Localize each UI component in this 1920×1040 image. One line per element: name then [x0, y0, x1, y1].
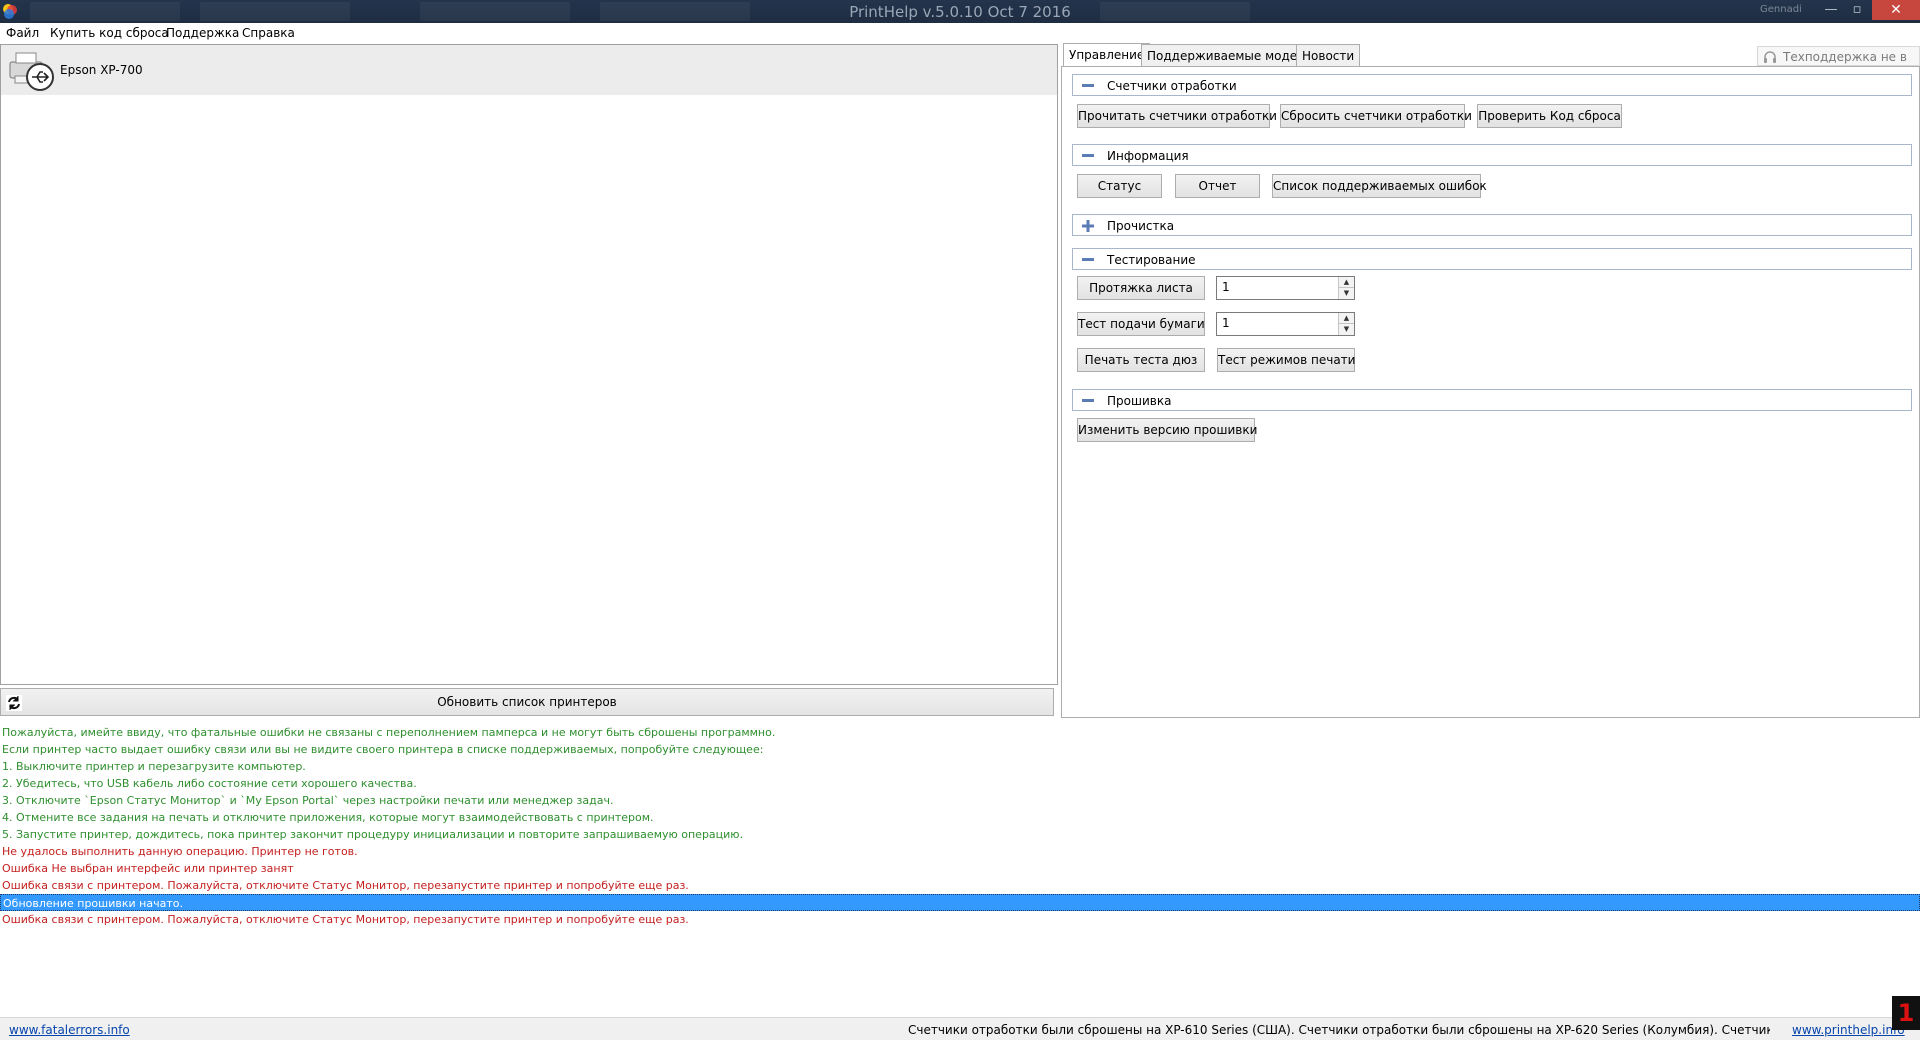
section-testing-title: Тестирование [1107, 253, 1196, 267]
collapse-icon [1082, 84, 1094, 87]
section-firmware-title: Прошивка [1107, 394, 1172, 408]
paper-feed-test-button[interactable]: Тест подачи бумаги [1077, 312, 1205, 336]
log-line[interactable]: 3. Отключите `Epson Статус Монитор` и `M… [0, 792, 1920, 809]
paper-feed-count-value: 1 [1222, 316, 1230, 330]
change-firmware-button[interactable]: Изменить версию прошивки [1077, 418, 1257, 442]
log-line[interactable]: 5. Запустите принтер, дождитесь, пока пр… [0, 826, 1920, 843]
tab-news[interactable]: Новости [1296, 44, 1361, 66]
collapse-icon [1082, 154, 1094, 157]
log-line-selected[interactable]: Обновление прошивки начато. [0, 894, 1920, 911]
fatalerrors-link[interactable]: www.fatalerrors.info [9, 1023, 130, 1037]
section-counters-title: Счетчики отработки [1107, 79, 1237, 93]
reset-counters-button[interactable]: Сбросить счетчики отработки [1280, 104, 1472, 128]
check-reset-key-button[interactable]: Проверить Код сброса [1477, 104, 1622, 128]
refresh-printers-button[interactable]: Обновить список принтеров [0, 688, 1054, 716]
section-firmware-header[interactable]: Прошивка [1072, 389, 1912, 411]
stepper-arrows[interactable]: ▲ ▼ [1338, 313, 1354, 335]
window-title: PrintHelp v.5.0.10 Oct 7 2016 [849, 3, 1071, 21]
tab-control[interactable]: Управление [1063, 43, 1151, 67]
restore-button[interactable]: ▫ [1844, 0, 1870, 20]
status-button[interactable]: Статус [1077, 174, 1162, 198]
log-line[interactable]: Ошибка связи с принтером. Пожалуйста, от… [0, 877, 1920, 894]
headset-icon [1764, 51, 1776, 63]
read-counters-button[interactable]: Прочитать счетчики отработки [1077, 104, 1277, 128]
print-modes-test-button[interactable]: Тест режимов печати [1217, 348, 1355, 372]
message-log[interactable]: Пожалуйста, имейте ввиду, что фатальные … [0, 724, 1920, 1014]
printer-list-item[interactable]: Epson XP-700 [1, 45, 1057, 95]
log-line[interactable]: Не удалось выполнить данную операцию. Пр… [0, 843, 1920, 860]
section-counters-header[interactable]: Счетчики отработки [1072, 74, 1912, 96]
printer-list: Epson XP-700 [0, 44, 1058, 685]
tab-content-control: Счетчики отработки Прочитать счетчики от… [1061, 66, 1920, 718]
tab-supported-models[interactable]: Поддерживаемые модели [1141, 44, 1319, 66]
log-line[interactable]: 1. Выключите принтер и перезагрузите ком… [0, 758, 1920, 775]
stepper-down-icon[interactable]: ▼ [1339, 288, 1354, 299]
supported-errors-button[interactable]: Список поддерживаемых ошибок [1272, 174, 1487, 198]
minimize-button[interactable]: — [1818, 0, 1844, 20]
notification-badge[interactable]: 1 [1892, 996, 1920, 1030]
log-line[interactable]: Пожалуйста, имейте ввиду, что фатальные … [0, 724, 1920, 741]
log-line[interactable]: 4. Отмените все задания на печать и откл… [0, 809, 1920, 826]
sheet-feed-count-value: 1 [1222, 280, 1230, 294]
control-panel: Управление Поддерживаемые модели Новости… [1061, 43, 1920, 718]
support-status: Техподдержка не в сети [1757, 46, 1920, 78]
paper-feed-count-stepper[interactable]: 1 ▲ ▼ [1216, 312, 1355, 336]
section-testing-header[interactable]: Тестирование [1072, 248, 1912, 270]
refresh-printers-label: Обновить список принтеров [437, 695, 617, 709]
user-label: Gennadi [1760, 4, 1802, 15]
log-line[interactable]: 2. Убедитесь, что USB кабель либо состоя… [0, 775, 1920, 792]
expand-icon [1082, 220, 1094, 232]
title-bar: PrintHelp v.5.0.10 Oct 7 2016 Gennadi — … [0, 0, 1920, 23]
printhelp-link[interactable]: www.printhelp.info [1792, 1023, 1905, 1037]
menu-buy-reset-key[interactable]: Купить код сброса [50, 26, 169, 40]
log-line[interactable]: Ошибка связи с принтером. Пожалуйста, от… [0, 911, 1920, 928]
collapse-icon [1082, 399, 1094, 402]
section-info-title: Информация [1107, 149, 1189, 163]
section-cleaning-header[interactable]: Прочистка [1072, 214, 1912, 236]
sheet-feed-count-stepper[interactable]: 1 ▲ ▼ [1216, 276, 1355, 300]
menu-bar: Файл Купить код сброса Поддержка Справка [0, 23, 1920, 44]
menu-help[interactable]: Справка [242, 26, 295, 40]
close-button[interactable]: ✕ [1872, 0, 1920, 20]
printer-name: Epson XP-700 [60, 63, 143, 77]
section-info-header[interactable]: Информация [1072, 144, 1912, 166]
collapse-icon [1082, 258, 1094, 261]
stepper-up-icon[interactable]: ▲ [1339, 313, 1354, 324]
stepper-up-icon[interactable]: ▲ [1339, 277, 1354, 288]
nozzle-check-button[interactable]: Печать теста дюз [1077, 348, 1205, 372]
stepper-down-icon[interactable]: ▼ [1339, 324, 1354, 335]
report-button[interactable]: Отчет [1175, 174, 1260, 198]
news-ticker: Счетчики отработки были сброшены на XP-6… [908, 1023, 1770, 1037]
sheet-feed-button[interactable]: Протяжка листа [1077, 276, 1205, 300]
log-line[interactable]: Ошибка Не выбран интерфейс или принтер з… [0, 860, 1920, 877]
stepper-arrows[interactable]: ▲ ▼ [1338, 277, 1354, 299]
log-line[interactable]: Если принтер часто выдает ошибку связи и… [0, 741, 1920, 758]
usb-printer-icon [9, 52, 54, 91]
status-bar: www.fatalerrors.info Счетчики отработки … [0, 1017, 1920, 1040]
section-cleaning-title: Прочистка [1107, 219, 1175, 233]
menu-file[interactable]: Файл [6, 26, 39, 40]
menu-support[interactable]: Поддержка [166, 26, 239, 40]
